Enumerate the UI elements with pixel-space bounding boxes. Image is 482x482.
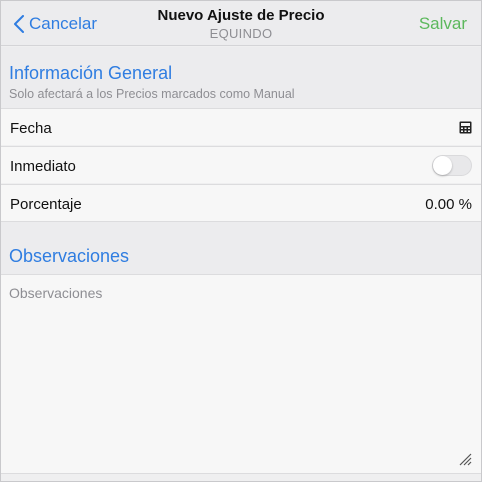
toggle-knob <box>433 156 452 175</box>
fecha-row[interactable]: Fecha <box>1 108 481 145</box>
observaciones-title: Observaciones <box>9 246 130 266</box>
general-info-subtitle: Solo afectará a los Precios marcados com… <box>9 87 295 101</box>
page-title: Nuevo Ajuste de Precio <box>157 7 325 24</box>
resize-grip-icon[interactable] <box>458 452 472 466</box>
porcentaje-value[interactable]: 0.00 % <box>425 196 472 213</box>
navigation-bar: Cancelar Nuevo Ajuste de Precio EQUINDO … <box>1 1 481 46</box>
observaciones-textarea[interactable] <box>1 275 481 473</box>
observaciones-container <box>1 274 481 474</box>
inmediato-toggle[interactable] <box>432 155 472 176</box>
observaciones-section-header: Observaciones <box>1 222 481 274</box>
inmediato-label: Inmediato <box>10 158 76 175</box>
inmediato-row: Inmediato <box>1 146 481 183</box>
price-adjustment-form: Cancelar Nuevo Ajuste de Precio EQUINDO … <box>0 0 482 482</box>
fecha-label: Fecha <box>10 120 52 137</box>
general-info-title: Información General <box>9 63 173 83</box>
porcentaje-row[interactable]: Porcentaje 0.00 % <box>1 184 481 222</box>
general-info-section-header: Información General Solo afectará a los … <box>1 47 481 108</box>
porcentaje-label: Porcentaje <box>10 196 82 213</box>
page-subtitle: EQUINDO <box>209 26 273 41</box>
save-button[interactable]: Salvar <box>419 14 467 34</box>
calculator-icon[interactable] <box>459 121 472 134</box>
